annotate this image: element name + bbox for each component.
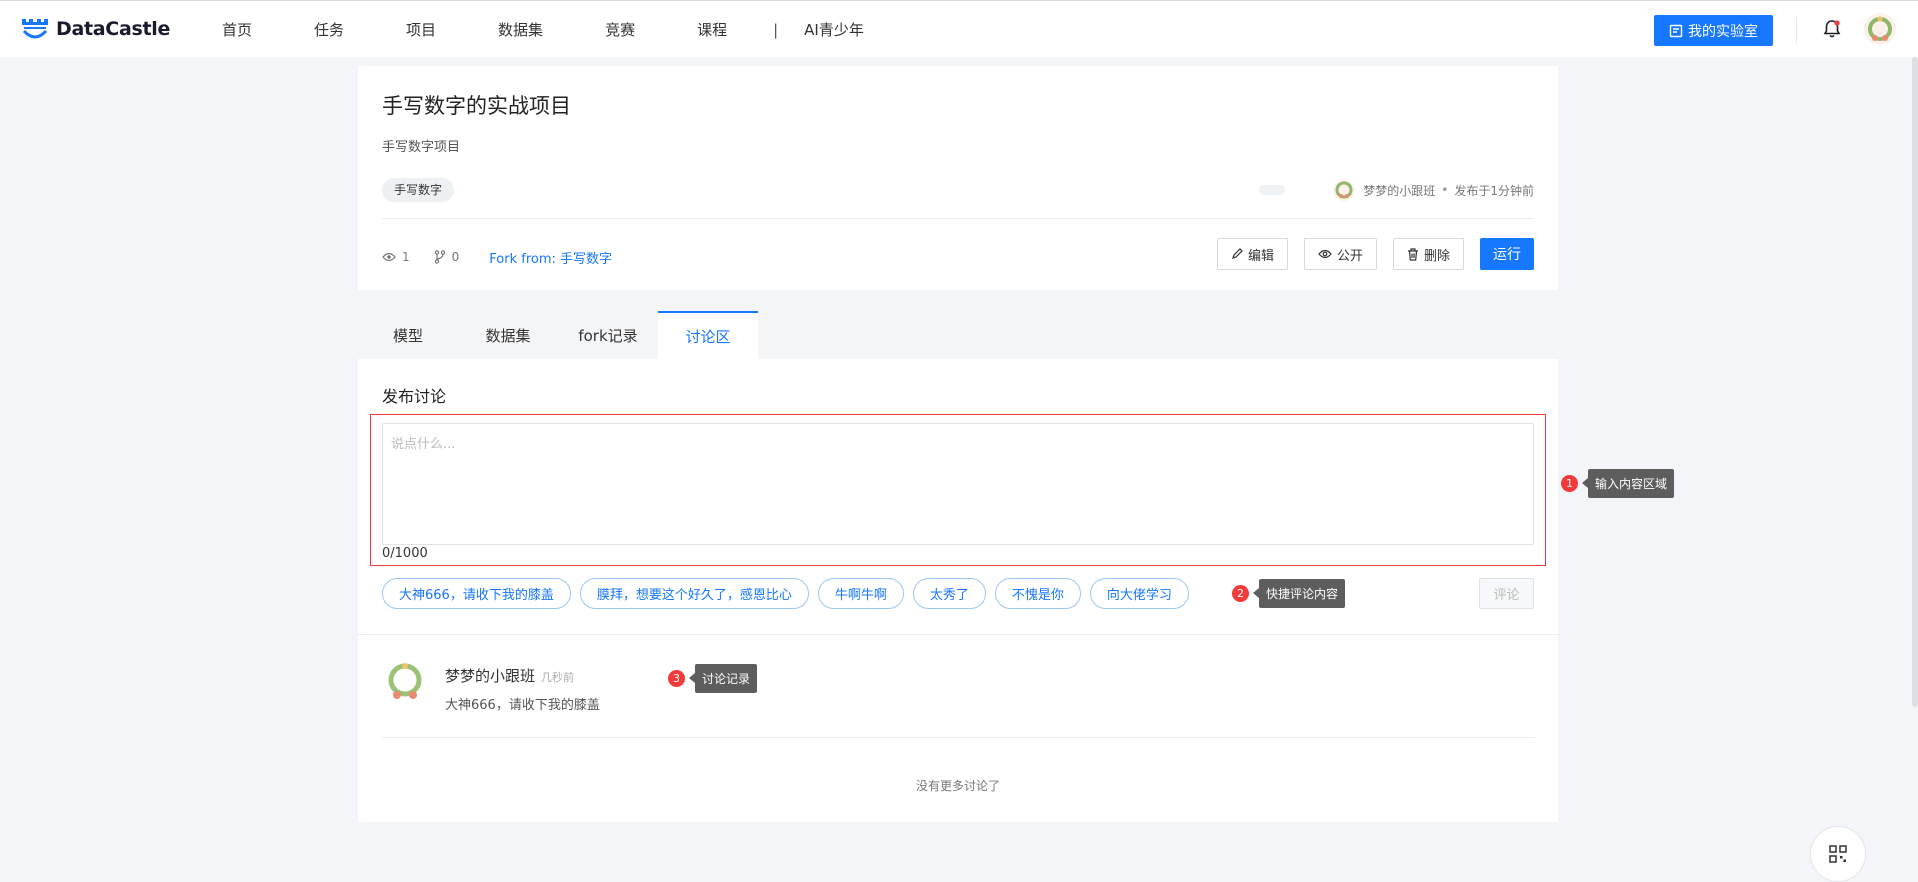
author-name[interactable]: 梦梦的小跟班 (1363, 182, 1435, 199)
comment-text: 大神666，请收下我的膝盖 (445, 698, 600, 713)
quick-reply-chip[interactable]: 向大佬学习 (1089, 578, 1189, 609)
author-meta: 梦梦的小跟班 • 发布于1分钟前 (1333, 179, 1534, 201)
qr-code-icon (1829, 845, 1847, 863)
annotation-number: 2 (1232, 585, 1249, 602)
forks-count: 0 (451, 250, 460, 264)
comment-author: 梦梦的小跟班 几秒前 (445, 665, 574, 686)
views-count: 1 (402, 250, 410, 264)
header-separator (382, 218, 1534, 219)
quick-reply-chip[interactable]: 不愧是你 (994, 578, 1081, 609)
project-tag[interactable]: 手写数字 (382, 178, 455, 202)
lab-icon (1669, 24, 1683, 37)
header-divider (1796, 17, 1797, 43)
nav-item-home[interactable]: 首页 (222, 19, 252, 40)
quick-reply-chip[interactable]: 牛啊牛啊 (817, 578, 904, 609)
project-title: 手写数字的实战项目 (382, 94, 571, 118)
annotation-input-area: 1 输入内容区域 (1561, 469, 1675, 498)
no-more-text: 没有更多讨论了 (915, 779, 1000, 793)
project-actions: 编辑 公开 删除 运行 (1201, 238, 1534, 270)
quick-reply-chip[interactable]: 膜拜，想要这个好久了，感恩比心 (579, 578, 809, 609)
quick-reply-chip[interactable]: 太秀了 (912, 578, 986, 609)
annotation-number: 3 (668, 670, 685, 687)
submit-comment-button[interactable]: 评论 (1479, 578, 1534, 609)
delete-button[interactable]: 删除 (1392, 238, 1464, 270)
public-button[interactable]: 公开 (1303, 238, 1377, 270)
fork-icon (434, 250, 445, 264)
my-lab-button[interactable]: 我的实验室 (1654, 15, 1773, 46)
fork-from-name: 手写数字 (560, 251, 613, 267)
trash-icon (1407, 247, 1418, 261)
wreath-avatar-icon (1868, 16, 1892, 41)
fork-from-label: Fork from: (489, 251, 556, 267)
castle-logo-icon (22, 19, 48, 39)
discussion-input[interactable]: 说点什么... (382, 423, 1534, 545)
annotation-discussion-records: 3 讨论记录 (668, 664, 758, 693)
author-avatar[interactable] (1333, 179, 1356, 201)
run-button[interactable]: 运行 (1480, 238, 1534, 270)
user-avatar[interactable] (1864, 13, 1896, 45)
nav-item-datasets[interactable]: 数据集 (498, 19, 543, 40)
project-stats: 1 0 Fork from: 手写数字 (382, 247, 612, 267)
public-label: 公开 (1336, 248, 1363, 264)
nav-separator: | (773, 20, 779, 39)
annotation-tooltip: 讨论记录 (688, 664, 758, 693)
project-tabs: 模型 数据集 fork记录 讨论区 (358, 311, 1558, 359)
char-counter: 0/1000 (382, 546, 428, 561)
tab-discussion[interactable]: 讨论区 (658, 311, 758, 359)
brand-logo[interactable]: DataCastle (20, 17, 170, 41)
annotation-quick-replies: 2 快捷评论内容 (1232, 579, 1346, 608)
my-lab-label: 我的实验室 (1688, 23, 1758, 40)
status-placeholder (1259, 185, 1285, 195)
nav-item-projects[interactable]: 项目 (406, 19, 436, 40)
tab-models[interactable]: 模型 (358, 311, 458, 359)
eye-icon (382, 252, 396, 262)
bell-icon[interactable] (1821, 18, 1843, 40)
publish-time: 发布于1分钟前 (1454, 183, 1534, 198)
nav-item-competitions[interactable]: 竞赛 (605, 19, 635, 40)
tab-fork-records[interactable]: fork记录 (558, 311, 658, 359)
views-stat: 1 (382, 250, 410, 264)
wreath-avatar-icon (1335, 181, 1353, 199)
comment-author-name[interactable]: 梦梦的小跟班 (445, 665, 535, 686)
commenter-avatar[interactable] (382, 659, 428, 705)
edit-button[interactable]: 编辑 (1216, 238, 1288, 270)
brand-name: DataCastle (56, 18, 171, 40)
page-scrollbar[interactable] (1912, 57, 1918, 707)
project-description: 手写数字项目 (382, 140, 461, 155)
annotation-number: 1 (1561, 475, 1578, 492)
annotation-tooltip: 快捷评论内容 (1252, 579, 1346, 608)
comment-time: 几秒前 (541, 671, 575, 684)
main-nav: 首页 任务 项目 数据集 竞赛 课程 | AI青少年 (222, 1, 864, 58)
forks-stat: 0 (434, 250, 460, 264)
top-navbar: DataCastle 首页 任务 项目 数据集 竞赛 课程 | AI青少年 我的… (0, 0, 1918, 57)
nav-item-tasks[interactable]: 任务 (314, 19, 344, 40)
nav-item-ai-youth[interactable]: AI青少年 (804, 19, 864, 40)
nav-item-courses[interactable]: 课程 (697, 19, 727, 40)
quick-reply-chip[interactable]: 大神666，请收下我的膝盖 (382, 578, 571, 609)
eye-icon (1318, 249, 1332, 259)
meta-dot: • (1441, 183, 1449, 197)
delete-label: 删除 (1423, 248, 1450, 264)
project-header-card: 手写数字的实战项目 手写数字项目 手写数字 梦梦的小跟班 • 发布于1分钟前 1 (358, 66, 1558, 290)
fork-from-link[interactable]: Fork from: 手写数字 (489, 248, 612, 267)
discussion-title: 发布讨论 (382, 387, 447, 406)
quick-replies: 大神666，请收下我的膝盖 膜拜，想要这个好久了，感恩比心 牛啊牛啊 太秀了 不… (382, 578, 1198, 609)
pencil-icon (1232, 248, 1243, 259)
section-divider (358, 634, 1558, 635)
qr-code-button[interactable] (1810, 826, 1866, 882)
discussion-panel: 发布讨论 说点什么... 0/1000 大神666，请收下我的膝盖 膜拜，想要这… (358, 359, 1558, 822)
tab-datasets[interactable]: 数据集 (458, 311, 558, 359)
edit-label: 编辑 (1247, 248, 1274, 264)
annotation-tooltip: 输入内容区域 (1581, 469, 1675, 498)
comment-divider (382, 737, 1534, 738)
